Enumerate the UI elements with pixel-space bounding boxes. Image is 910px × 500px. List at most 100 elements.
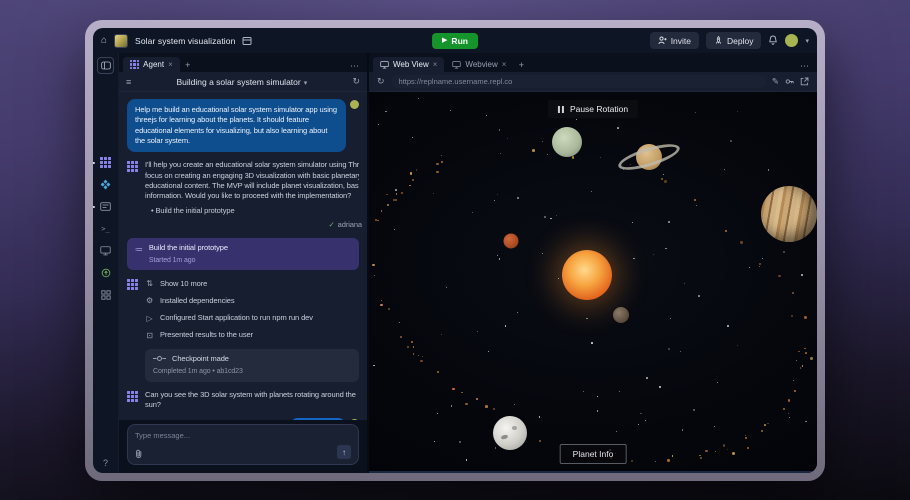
planet-info-button[interactable]: Planet Info: [560, 444, 627, 464]
user-avatar[interactable]: [785, 34, 798, 47]
star: [550, 218, 551, 219]
home-icon[interactable]: ⌂: [101, 36, 107, 46]
star: [556, 215, 557, 216]
webview-tab-add-button[interactable]: +: [514, 57, 528, 72]
star: [638, 424, 639, 425]
history-icon[interactable]: ↻: [352, 76, 360, 87]
progress-group: ⇅ Show 10 more ⚙ Installed dependencies …: [127, 278, 359, 340]
star: [789, 417, 790, 418]
progress-item-configured-start[interactable]: ▷ Configured Start application to run np…: [145, 313, 359, 324]
asteroid: [747, 447, 749, 449]
window-title: Solar system visualization: [135, 36, 235, 46]
run-button[interactable]: ▶ Run: [432, 33, 478, 49]
planet-sun[interactable]: [562, 250, 612, 300]
message-input[interactable]: [135, 431, 351, 440]
asteroid: [572, 156, 574, 158]
sidebar-toggle-icon[interactable]: [97, 57, 114, 74]
planet-jupiter[interactable]: [761, 186, 817, 242]
star: [695, 112, 696, 113]
asteroid: [547, 154, 548, 155]
asteroid: [759, 266, 761, 268]
attachment-paperclip-icon[interactable]: [135, 449, 143, 459]
asteroid: [788, 413, 789, 414]
star: [659, 386, 660, 387]
scene[interactable]: Pause Rotation Planet Info: [369, 92, 817, 473]
rail-deployments-icon[interactable]: [98, 266, 113, 279]
pause-icon: [558, 106, 564, 113]
assistant-question-row: Can you see the 3D solar system with pla…: [127, 390, 359, 411]
asteroid: [715, 451, 716, 452]
star: [680, 351, 681, 352]
progress-label: Configured Start application to run npm …: [160, 313, 313, 323]
tab-web-view[interactable]: Web View ×: [373, 57, 444, 72]
edit-pencil-icon[interactable]: ✎: [772, 76, 779, 87]
refresh-icon[interactable]: ↻: [377, 76, 385, 87]
planet-mars[interactable]: [504, 233, 519, 248]
agent-tab-label: Agent: [143, 60, 164, 69]
monitor-icon: [452, 61, 461, 69]
notifications-bell-icon[interactable]: [768, 35, 778, 46]
tab-close-icon[interactable]: ×: [502, 60, 507, 69]
star: [385, 111, 386, 112]
asteroid: [764, 424, 766, 426]
star: [378, 124, 379, 125]
agent-panel-overflow-icon[interactable]: ⋯: [346, 61, 363, 72]
planet-moon[interactable]: [493, 416, 527, 450]
archive-icon[interactable]: [242, 36, 252, 46]
deploy-button[interactable]: Deploy: [706, 32, 761, 49]
task-card[interactable]: ≔ Build the initial prototype Started 1m…: [127, 238, 359, 270]
left-rail: >_ ?: [93, 53, 119, 473]
star: [717, 382, 718, 383]
asteroid: [380, 304, 382, 306]
tab-close-icon[interactable]: ×: [433, 60, 438, 69]
rail-shell-icon[interactable]: >_: [98, 222, 113, 235]
planet-mercury[interactable]: [613, 307, 629, 323]
star: [762, 258, 763, 259]
devtools-key-icon[interactable]: [785, 77, 794, 86]
invite-button[interactable]: Invite: [650, 32, 699, 49]
webview-panel-overflow-icon[interactable]: ⋯: [796, 61, 813, 72]
run-play-icon: ▶: [442, 37, 447, 44]
url-input[interactable]: [391, 75, 766, 88]
rail-console-icon[interactable]: [98, 200, 113, 213]
star: [488, 351, 489, 352]
progress-label: Presented results to the user: [160, 330, 253, 340]
progress-item-show-more[interactable]: ⇅ Show 10 more: [145, 278, 359, 289]
asteroid: [436, 163, 438, 165]
send-button[interactable]: ↑: [337, 445, 351, 459]
progress-item-dependencies[interactable]: ⚙ Installed dependencies: [145, 295, 359, 306]
agent-tab-close-icon[interactable]: ×: [168, 60, 173, 69]
page-background: ⌂ Solar system visualization ▶ Run Invit…: [0, 0, 910, 500]
star: [737, 111, 738, 112]
progress-item-presented-results[interactable]: ⊡ Presented results to the user: [145, 330, 359, 341]
asteroid: [791, 315, 793, 317]
asteroid: [411, 341, 413, 343]
rail-agent-icon[interactable]: [98, 156, 113, 169]
asteroid: [745, 437, 747, 439]
agent-tab-add-button[interactable]: +: [181, 57, 195, 72]
rail-webview-icon[interactable]: [98, 244, 113, 257]
help-button[interactable]: ?: [103, 458, 108, 468]
star: [517, 312, 518, 313]
planet-uranus[interactable]: [552, 127, 582, 157]
star: [441, 334, 442, 335]
asteroid: [381, 300, 382, 301]
tab-agent[interactable]: Agent ×: [123, 57, 180, 72]
avatar-chevron-icon[interactable]: ▾: [805, 37, 809, 45]
rail-assistant-icon[interactable]: [98, 178, 113, 191]
star: [517, 197, 519, 199]
open-external-icon[interactable]: [800, 77, 809, 86]
conversation-title-dropdown[interactable]: Building a solar system simulator▾: [131, 77, 352, 87]
rail-tools-grid-icon[interactable]: [98, 288, 113, 301]
star: [472, 212, 473, 213]
star: [486, 115, 487, 116]
asteroid: [476, 398, 478, 400]
checkpoint-card[interactable]: Checkpoint made Completed 1m ago • ab1cd…: [145, 349, 359, 382]
topbar-right: Invite Deploy ▾: [650, 32, 809, 49]
tab-label: Web View: [393, 60, 429, 69]
star: [645, 420, 646, 421]
planet-saturn[interactable]: [636, 144, 662, 170]
asteroid: [539, 440, 541, 442]
pause-rotation-button[interactable]: Pause Rotation: [548, 100, 638, 118]
tab-webview-2[interactable]: Webview ×: [445, 57, 513, 72]
